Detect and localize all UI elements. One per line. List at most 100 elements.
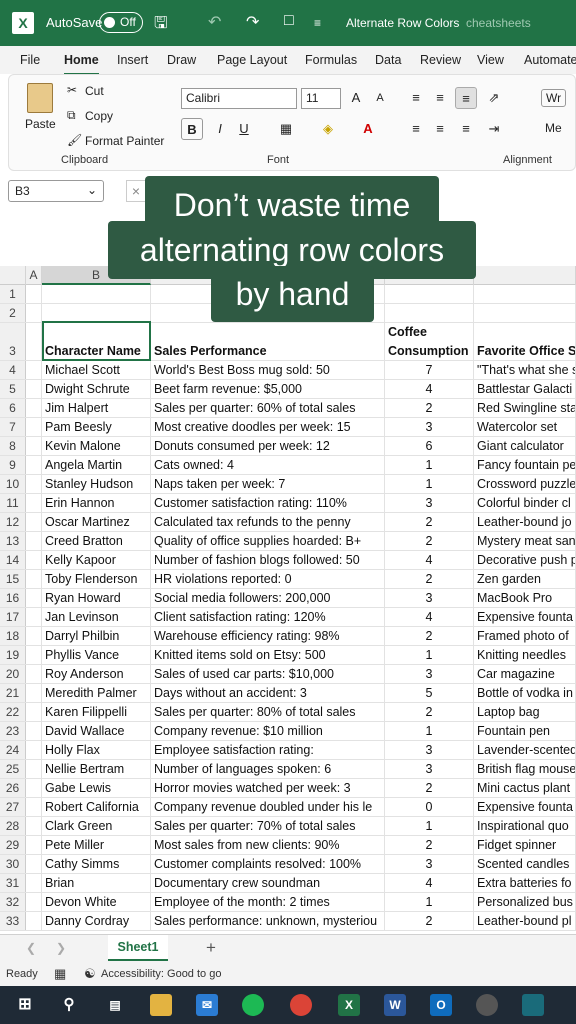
cell[interactable] xyxy=(26,437,42,455)
merge-button[interactable]: Me xyxy=(545,121,562,135)
cell[interactable] xyxy=(26,304,42,322)
cell[interactable]: Robert California xyxy=(42,798,151,816)
excel-taskbar-icon[interactable]: X xyxy=(338,994,360,1016)
sheet-tab-sheet1[interactable]: Sheet1 xyxy=(108,935,168,961)
cell[interactable]: 1 xyxy=(385,456,474,474)
row-number[interactable]: 30 xyxy=(0,855,26,873)
cell[interactable] xyxy=(26,380,42,398)
cell[interactable] xyxy=(26,646,42,664)
app-icon[interactable] xyxy=(522,994,544,1016)
cell[interactable]: 1 xyxy=(385,893,474,911)
row-number[interactable]: 8 xyxy=(0,437,26,455)
row-number[interactable]: 32 xyxy=(0,893,26,911)
cell[interactable] xyxy=(26,513,42,531)
save-icon[interactable]: 🖫 xyxy=(154,12,168,39)
cell[interactable]: Pam Beesly xyxy=(42,418,151,436)
cell[interactable]: Leather-bound jo xyxy=(474,513,576,531)
cell[interactable] xyxy=(385,304,474,322)
cell[interactable] xyxy=(26,817,42,835)
cell[interactable]: 2 xyxy=(385,836,474,854)
cell[interactable] xyxy=(26,608,42,626)
cell[interactable] xyxy=(26,779,42,797)
cell[interactable]: Employee satisfaction rating: xyxy=(151,741,385,759)
cell[interactable] xyxy=(385,285,474,303)
cut-icon[interactable]: ✂ xyxy=(67,83,77,97)
cell[interactable] xyxy=(26,456,42,474)
cell[interactable]: Expensive founta xyxy=(474,798,576,816)
align-right-icon[interactable]: ≡ xyxy=(455,118,477,140)
font-name-select[interactable]: Calibri xyxy=(181,88,297,109)
cell[interactable]: Kevin Malone xyxy=(42,437,151,455)
cell[interactable]: 3 xyxy=(385,855,474,873)
cell[interactable]: Dwight Schrute xyxy=(42,380,151,398)
accessibility-icon[interactable]: ☯ xyxy=(84,966,96,982)
align-top-icon[interactable]: ≡ xyxy=(405,87,427,109)
row-number[interactable]: 25 xyxy=(0,760,26,778)
cell[interactable]: Framed photo of xyxy=(474,627,576,645)
file-explorer-icon[interactable] xyxy=(150,994,172,1016)
cell[interactable]: British flag mouse xyxy=(474,760,576,778)
cell[interactable]: Calculated tax refunds to the penny xyxy=(151,513,385,531)
paste-icon[interactable] xyxy=(27,83,53,113)
row-number[interactable]: 12 xyxy=(0,513,26,531)
cell[interactable]: Employee of the month: 2 times xyxy=(151,893,385,911)
row-number[interactable]: 6 xyxy=(0,399,26,417)
cell[interactable]: Fountain pen xyxy=(474,722,576,740)
tab-data[interactable]: Data xyxy=(375,53,401,67)
tab-review[interactable]: Review xyxy=(420,53,461,67)
row-number[interactable]: 29 xyxy=(0,836,26,854)
orientation-icon[interactable]: ⇗ xyxy=(483,87,505,109)
tab-page-layout[interactable]: Page Layout xyxy=(217,53,287,67)
cell[interactable]: Toby Flenderson xyxy=(42,570,151,588)
cell[interactable]: Zen garden xyxy=(474,570,576,588)
cell[interactable]: Quality of office supplies hoarded: B+ xyxy=(151,532,385,550)
cell[interactable]: Sales performance: unknown, mysteriou xyxy=(151,912,385,930)
cell[interactable]: Pete Miller xyxy=(42,836,151,854)
row-number[interactable]: 14 xyxy=(0,551,26,569)
cell[interactable]: 3 xyxy=(385,665,474,683)
cell[interactable] xyxy=(26,589,42,607)
cell[interactable]: Car magazine xyxy=(474,665,576,683)
cell[interactable]: Gabe Lewis xyxy=(42,779,151,797)
cell[interactable]: Red Swingline sta xyxy=(474,399,576,417)
cell[interactable]: 4 xyxy=(385,608,474,626)
cancel-icon[interactable]: × xyxy=(126,180,146,202)
prev-sheet-icon[interactable]: ❮ xyxy=(26,941,36,955)
cell[interactable]: 1 xyxy=(385,722,474,740)
format-painter-button[interactable]: Format Painter xyxy=(85,134,164,148)
cell[interactable]: Cathy Simms xyxy=(42,855,151,873)
cell[interactable]: Lavender-scented xyxy=(474,741,576,759)
cell[interactable]: Meredith Palmer xyxy=(42,684,151,702)
row-number[interactable]: 27 xyxy=(0,798,26,816)
cell[interactable]: Coffee Consumption xyxy=(385,323,474,360)
row-number[interactable]: 5 xyxy=(0,380,26,398)
cell[interactable]: Kelly Kapoor xyxy=(42,551,151,569)
row-number[interactable]: 22 xyxy=(0,703,26,721)
cell[interactable]: Sales per quarter: 80% of total sales xyxy=(151,703,385,721)
cell[interactable]: Personalized bus xyxy=(474,893,576,911)
row-number[interactable]: 24 xyxy=(0,741,26,759)
cell[interactable] xyxy=(26,893,42,911)
cell[interactable]: Expensive founta xyxy=(474,608,576,626)
cell[interactable]: Customer satisfaction rating: 110% xyxy=(151,494,385,512)
underline-button[interactable]: U xyxy=(233,118,255,140)
cell[interactable]: Naps taken per week: 7 xyxy=(151,475,385,493)
cell[interactable]: HR violations reported: 0 xyxy=(151,570,385,588)
autosave-toggle[interactable]: Off xyxy=(99,12,143,33)
column-header-d[interactable]: D xyxy=(385,266,474,285)
row-number[interactable]: 16 xyxy=(0,589,26,607)
column-header-b[interactable]: B xyxy=(42,266,151,285)
cell[interactable]: Nellie Bertram xyxy=(42,760,151,778)
cell[interactable]: Stanley Hudson xyxy=(42,475,151,493)
cell[interactable]: 5 xyxy=(385,684,474,702)
task-view-icon[interactable]: ▤ xyxy=(104,994,126,1016)
fill-color-icon[interactable]: ◈ xyxy=(317,118,339,140)
cell[interactable]: 7 xyxy=(385,361,474,379)
indent-icon[interactable]: ⇥ xyxy=(483,118,505,140)
cell[interactable] xyxy=(26,323,42,360)
spreadsheet-grid[interactable]: A B C D 1 2 3 Character Name Sales Performan… xyxy=(0,266,576,932)
cell[interactable]: 3 xyxy=(385,418,474,436)
cell[interactable]: Holly Flax xyxy=(42,741,151,759)
cell[interactable]: Knitted items sold on Etsy: 500 xyxy=(151,646,385,664)
cell[interactable]: Social media followers: 200,000 xyxy=(151,589,385,607)
